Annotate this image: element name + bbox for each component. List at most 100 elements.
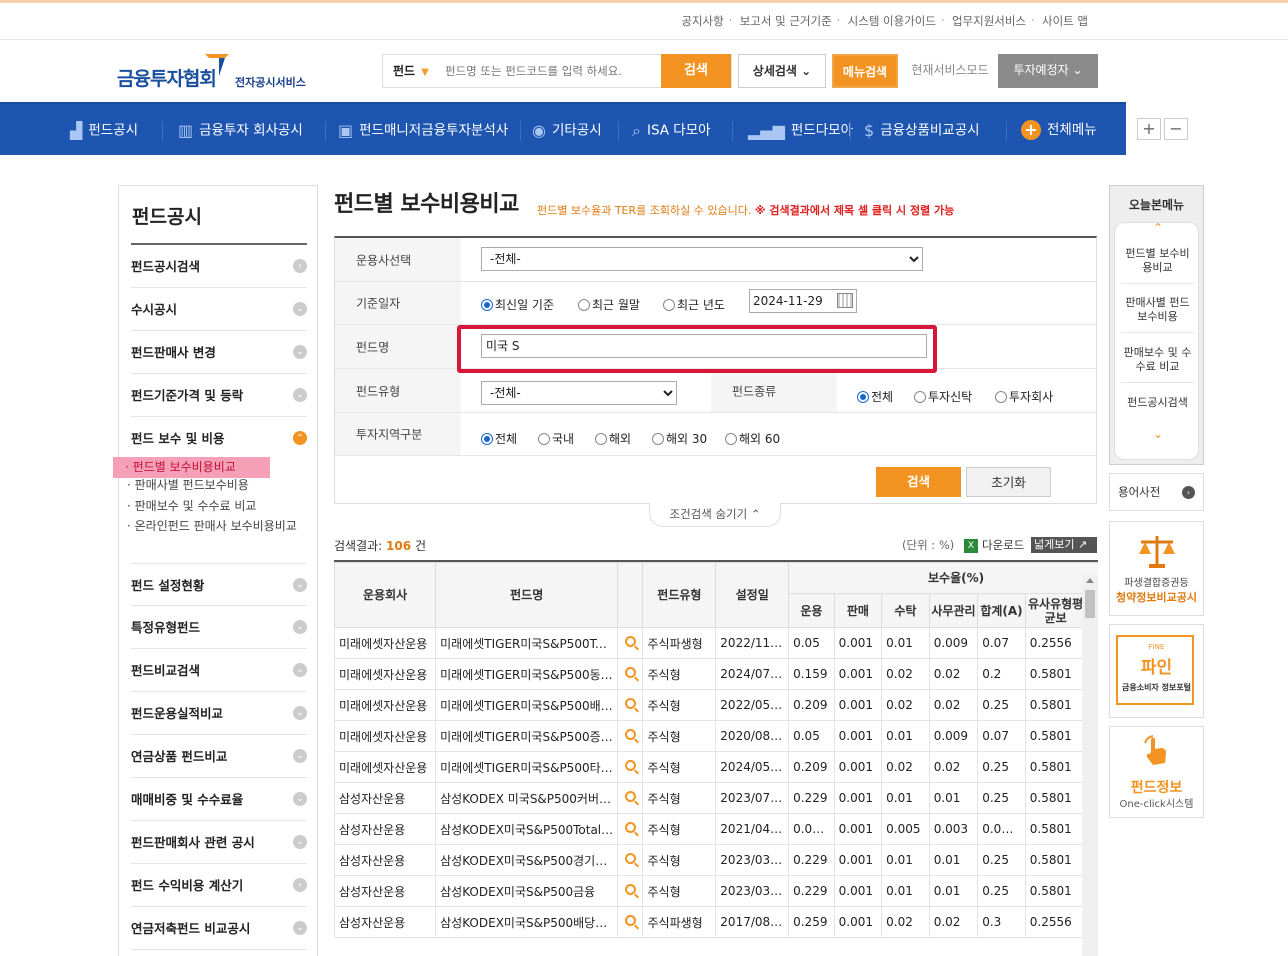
logo[interactable]: 금융투자협회 전자공시서비스 [117, 52, 307, 92]
sidebar-sub-online-fee[interactable]: · 온라인펀드 판매사 보수비용비교 [127, 519, 305, 534]
table-row[interactable]: 삼성자산운용삼성KODEX미국S&P500TotalReturn 주식형2021/… [334, 813, 1098, 845]
util-link-report[interactable]: 보고서 및 근거기준 [729, 13, 840, 29]
banner-derivatives[interactable]: 파생결합증권등 청약정보비교공시 [1109, 521, 1204, 616]
banner-one-click[interactable]: 펀드정보 One-click시스템 [1109, 726, 1204, 818]
toggle-conditions-button[interactable]: 조건검색 숨기기 ⌃ [649, 503, 781, 527]
table-row[interactable]: 삼성자산운용 삼성KODEX 미국S&P500커버드콜 주식형 2023/07/28 0… [334, 782, 1098, 814]
zoom-out-button[interactable]: − [1164, 118, 1188, 140]
util-link-notice[interactable]: 공지사항 [673, 13, 731, 29]
sidebar-item-calculator[interactable]: 펀드 수익비용 계산기 › [131, 864, 307, 907]
table-row[interactable]: 미래에셋자산운용 미래에셋TIGER미국S&P500증권상장 주식형 2020/08/… [334, 720, 1098, 752]
search-icon[interactable] [624, 667, 636, 678]
radio-region-overseas60[interactable]: 해외 60 [725, 430, 780, 447]
sidebar-item-nav-price[interactable]: 펀드기준가격 및 등락 ⌄ [131, 374, 307, 417]
nav-all-menu[interactable]: + 전체메뉴 [1021, 104, 1097, 157]
th-company[interactable]: 운용회사 [334, 562, 437, 628]
search-icon[interactable] [624, 729, 636, 740]
table-scrollbar[interactable] [1082, 575, 1098, 956]
chevron-down-icon[interactable]: ⌄ [1153, 427, 1163, 441]
sidebar-item-performance[interactable]: 펀드운용실적비교 ⌄ [131, 692, 307, 735]
sidebar-item-special-type[interactable]: 특정유형펀드 ⌄ [131, 606, 307, 649]
radio-region-overseas30[interactable]: 해외 30 [652, 430, 707, 447]
search-category-select[interactable]: 펀드 ▼ [383, 55, 443, 87]
radio-region-domestic[interactable]: 국내 [538, 430, 574, 447]
th-fund[interactable]: 펀드명 [435, 562, 619, 628]
radio-year-end[interactable]: 최근 년도 [663, 296, 725, 313]
chevron-up-icon[interactable]: ⌃ [1153, 221, 1163, 235]
calendar-icon[interactable] [837, 293, 853, 308]
search-icon[interactable] [624, 853, 636, 864]
provider-select[interactable]: 투자예정자 ⌄ [998, 54, 1098, 88]
nav-company-disclosure[interactable]: ▥ 금융투자 회사공시 [178, 104, 303, 157]
company-select[interactable]: -전체- [481, 247, 923, 271]
search-icon[interactable] [624, 884, 636, 895]
sidebar-item-search[interactable]: 펀드공시검색 › [131, 245, 307, 288]
search-icon[interactable] [624, 760, 636, 771]
util-link-support[interactable]: 업무지원서비스 [941, 13, 1034, 29]
sidebar-item-seller-notice[interactable]: 펀드판매회사 관련 공시 ⌄ [131, 821, 307, 864]
zoom-in-button[interactable]: + [1137, 118, 1161, 140]
sidebar-item-pension-savings[interactable]: 연금저축펀드 비교공시 ⌄ [131, 907, 307, 950]
sidebar-item-seller-change[interactable]: 펀드판매사 변경 ⌄ [131, 331, 307, 374]
sidebar-sub-seller-fee[interactable]: · 판매사별 펀드보수비용 [127, 478, 307, 493]
nav-fund-disclosure[interactable]: ▟ 펀드공시 [70, 104, 138, 157]
search-icon[interactable] [624, 822, 636, 833]
sidebar-item-trading[interactable]: 매매비중 및 수수료율 ⌄ [131, 778, 307, 821]
table-row[interactable]: 미래에셋자산운용 미래에셋TIGER미국S&P500동일가중 주식형 2024/07/… [334, 658, 1098, 690]
radio-kind-trust[interactable]: 투자신탁 [914, 388, 972, 405]
recent-item-fund-fee[interactable]: 펀드별 보수비용비교 [1121, 247, 1194, 275]
table-row[interactable]: 삼성자산운용 삼성KODEX미국S&P500경기소비재 주식형 2023/03/17 0… [334, 844, 1098, 876]
nav-fund-manager[interactable]: ▣ 펀드매니저금융투자분석사 [338, 104, 508, 157]
scroll-up-icon[interactable] [1086, 578, 1094, 583]
date-input[interactable]: 2024-11-29 [749, 289, 857, 313]
recent-item-fund-search[interactable]: 펀드공시검색 [1121, 396, 1194, 410]
sidebar-item-compare-search[interactable]: 펀드비교검색 ⌄ [131, 649, 307, 692]
search-icon[interactable] [624, 791, 636, 802]
banner-fine[interactable]: FINE 파인 금융소비자 정보포털 [1109, 624, 1204, 718]
search-input[interactable] [445, 59, 655, 83]
search-icon[interactable] [624, 915, 636, 926]
sidebar-sub-fund-fee[interactable]: · 펀드별 보수비용비교 [113, 457, 270, 478]
sidebar-sub-sales-commission[interactable]: · 판매보수 및 수수료 비교 [127, 499, 307, 514]
table-row[interactable]: 삼성자산운용 삼성KODEX미국S&P500금융 주식형 2023/03/17 0.22… [334, 875, 1098, 907]
util-link-guide[interactable]: 시스템 이용가이드 [837, 13, 944, 29]
radio-region-all[interactable]: 전체 [481, 430, 517, 447]
th-trust[interactable]: 수탁 [881, 593, 930, 628]
radio-month-end[interactable]: 최근 월말 [578, 296, 640, 313]
sidebar-item-pension[interactable]: 연금상품 펀드비교 ⌄ [131, 735, 307, 778]
nav-isa[interactable]: ⌕ ISA 다모아 [632, 104, 711, 157]
sidebar-item-fees[interactable]: 펀드 보수 및 비용 ⌃ [131, 417, 307, 460]
form-search-button[interactable]: 검색 [876, 467, 961, 497]
radio-kind-company[interactable]: 투자회사 [995, 388, 1053, 405]
table-row[interactable]: 미래에셋자산운용미래에셋TIGER미국S&P500TotalReturn 주식파생… [334, 627, 1098, 659]
glossary-button[interactable]: 용어사전 › [1109, 473, 1204, 511]
fund-type-select[interactable]: -전체- [481, 381, 677, 405]
th-admin[interactable]: 사무관리 [928, 593, 979, 628]
util-link-sitemap[interactable]: 사이트 맵 [1031, 13, 1096, 29]
th-op[interactable]: 운용 [788, 593, 835, 628]
menu-search-button[interactable]: 메뉴검색 [832, 54, 898, 88]
download-button[interactable]: X 다운로드 [964, 537, 1024, 553]
recent-item-sales-commission[interactable]: 판매보수 및 수수료 비교 [1121, 346, 1194, 374]
th-total[interactable]: 합계(A) [977, 593, 1026, 628]
detail-search-button[interactable]: 상세검색 ⌄ [738, 54, 826, 88]
form-reset-button[interactable]: 초기화 [966, 467, 1051, 497]
nav-fund-damoa[interactable]: ▂▄▆ 펀드다모아 [748, 104, 853, 157]
scroll-thumb[interactable] [1085, 590, 1095, 618]
search-button[interactable]: 검색 [661, 54, 731, 88]
radio-kind-all[interactable]: 전체 [857, 388, 893, 405]
th-date[interactable]: 설정일 [715, 562, 790, 628]
sidebar-item-adhoc[interactable]: 수시공시 ⌄ [131, 288, 307, 331]
search-icon[interactable] [624, 636, 636, 647]
th-type[interactable]: 펀드유형 [642, 562, 717, 628]
nav-other-disclosure[interactable]: ◉ 기타공시 [532, 104, 602, 157]
table-row[interactable]: 미래에셋자산운용미래에셋TIGER미국S&P500타겟데일리 주식형2024/05… [334, 751, 1098, 783]
recent-item-seller-fee[interactable]: 판매사별 펀드보수비용 [1121, 296, 1194, 324]
table-row[interactable]: 미래에셋자산운용 미래에셋TIGER미국S&P500배당귀족 주식형 2022/05/… [334, 689, 1098, 721]
radio-latest[interactable]: 최신일 기준 [481, 296, 554, 313]
nav-product-compare[interactable]: $ 금융상품비교공시 [864, 104, 980, 157]
sidebar-item-establish[interactable]: 펀드 설정현황 ⌄ [131, 563, 307, 606]
radio-region-overseas[interactable]: 해외 [595, 430, 631, 447]
table-row[interactable]: 삼성자산운용 삼성KODEX미국S&P500배당귀족 주식파생형 2017/08/09… [334, 906, 1098, 938]
wide-view-button[interactable]: 넓게보기 ↗ [1031, 537, 1097, 553]
